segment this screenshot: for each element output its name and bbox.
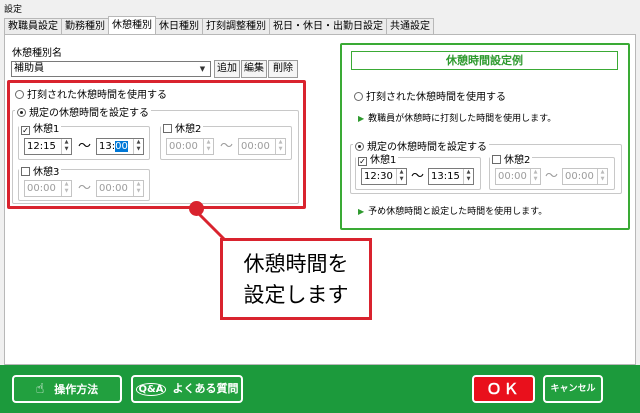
howto-button[interactable]: ☝ 操作方法: [12, 375, 122, 403]
spinner-arrows-icon[interactable]: ▲ ▼: [133, 181, 143, 196]
range-tilde: 〜: [78, 181, 92, 196]
ok-button[interactable]: ＯＫ: [472, 375, 535, 403]
break2-end-time[interactable]: 00:00 ▲ ▼: [238, 138, 286, 155]
break1-end-time[interactable]: 13:00 ▲ ▼: [96, 138, 144, 155]
example-radio-stamped: 打刻された休憩時間を使用する: [354, 88, 506, 103]
faq-button[interactable]: Q&A よくある質問: [131, 375, 243, 403]
radio-icon-selected[interactable]: [17, 108, 26, 117]
example-break2-start: 00:00 ▲ ▼: [495, 168, 541, 185]
break2-start-time[interactable]: 00:00 ▲ ▼: [166, 138, 214, 155]
break3-end-time[interactable]: 00:00 ▲ ▼: [96, 180, 144, 197]
radio-use-stamped[interactable]: 打刻された休憩時間を使用する: [15, 86, 167, 101]
spinner-arrows-icon[interactable]: ▲ ▼: [133, 139, 143, 154]
tab-break-type[interactable]: 休憩種別: [108, 16, 156, 34]
example-note-rule: ▶ 予め休憩時間と設定した時間を使用します。: [358, 207, 548, 217]
checkbox-icon[interactable]: [21, 167, 30, 176]
range-tilde: 〜: [411, 169, 425, 184]
example-note-stamped: ▶ 教職員が休憩時に打刻した時間を使用します。: [358, 114, 557, 124]
delete-button[interactable]: 削除: [268, 60, 298, 78]
checkbox-checked-icon: ✓: [358, 157, 367, 166]
triangle-right-icon: ▶: [358, 207, 365, 216]
break3-checkbox[interactable]: 休憩3: [19, 163, 62, 178]
spinner-arrows-icon: ▲ ▼: [463, 169, 473, 184]
break-type-name-label: 休憩種別名: [12, 48, 62, 59]
spinner-arrows-icon: ▲ ▼: [396, 169, 406, 184]
callout-box: 休憩時間を 設定します: [220, 238, 372, 320]
radio-icon: [354, 92, 363, 101]
triangle-right-icon: ▶: [358, 114, 365, 123]
radio-icon[interactable]: [15, 90, 24, 99]
spinner-arrows-icon: ▲ ▼: [597, 169, 607, 184]
edit-button[interactable]: 編集: [241, 60, 267, 78]
range-tilde: 〜: [220, 139, 234, 154]
cancel-button[interactable]: キャンセル: [543, 375, 603, 403]
add-button[interactable]: 追加: [214, 60, 240, 78]
hand-pointer-icon: ☝: [35, 381, 45, 397]
spinner-arrows-icon[interactable]: ▲ ▼: [275, 139, 285, 154]
break1-start-time[interactable]: 12:15 ▲ ▼: [24, 138, 72, 155]
example-break2-end: 00:00 ▲ ▼: [562, 168, 608, 185]
break-type-name-select[interactable]: 補助員 ▼: [11, 61, 211, 77]
tab-common-settings[interactable]: 共通設定: [386, 18, 434, 34]
example-break2-checkbox: 休憩2: [490, 151, 533, 166]
example-break1-start: 12:30 ▲ ▼: [361, 168, 407, 185]
tab-holiday-type[interactable]: 休日種別: [155, 18, 203, 34]
example-panel: [340, 43, 630, 230]
checkbox-icon[interactable]: [163, 124, 172, 133]
faq-bubble-icon: Q&A: [135, 383, 167, 396]
example-break1-checkbox: ✓ 休憩1: [356, 151, 399, 166]
checkbox-checked-icon[interactable]: ✓: [21, 126, 30, 135]
range-tilde: 〜: [545, 169, 559, 184]
tab-staff-settings[interactable]: 教職員設定: [4, 18, 62, 34]
tab-work-type[interactable]: 勤務種別: [61, 18, 109, 34]
range-tilde: 〜: [78, 139, 92, 154]
example-title: 休憩時間設定例: [351, 51, 618, 70]
callout-line-2: 設定します: [243, 283, 349, 307]
example-break1-end: 13:15 ▲ ▼: [428, 168, 474, 185]
callout-line-1: 休憩時間を: [243, 252, 349, 276]
break2-checkbox[interactable]: 休憩2: [161, 120, 204, 135]
footer-bar: ☝ 操作方法 Q&A よくある質問 ＯＫ キャンセル: [0, 365, 640, 413]
break-type-name-value: 補助員: [14, 63, 44, 74]
spinner-arrows-icon[interactable]: ▲ ▼: [203, 139, 213, 154]
checkbox-icon: [492, 155, 501, 164]
break3-start-time[interactable]: 00:00 ▲ ▼: [24, 180, 72, 197]
break1-checkbox[interactable]: ✓ 休憩1: [19, 120, 62, 135]
tab-holiday-workday-settings[interactable]: 祝日・休日・出勤日設定: [269, 18, 387, 34]
spinner-arrows-icon: ▲ ▼: [530, 169, 540, 184]
chevron-down-icon[interactable]: ▼: [196, 63, 209, 75]
tab-stamp-adjust-type[interactable]: 打刻調整種別: [202, 18, 270, 34]
tab-strip: 教職員設定 勤務種別 休憩種別 休日種別 打刻調整種別 祝日・休日・出勤日設定 …: [4, 16, 434, 34]
radio-icon-selected: [355, 142, 364, 151]
spinner-arrows-icon[interactable]: ▲ ▼: [61, 139, 71, 154]
window-title: 設定: [4, 5, 23, 15]
spinner-arrows-icon[interactable]: ▲ ▼: [61, 181, 71, 196]
radio-use-rule[interactable]: 規定の休憩時間を設定する: [15, 104, 151, 119]
